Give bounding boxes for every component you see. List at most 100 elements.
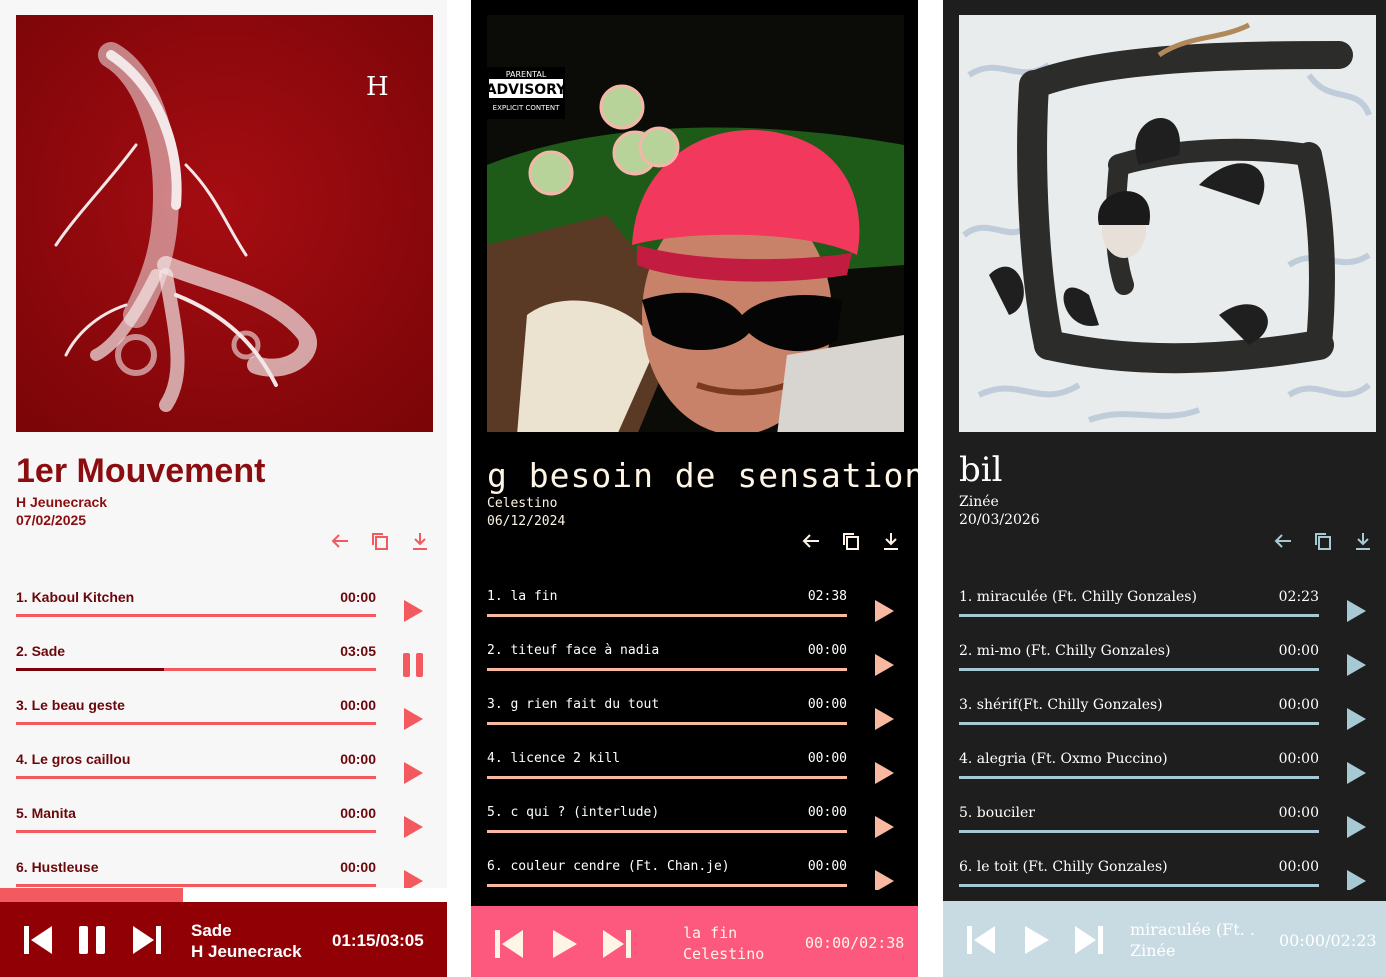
track-pause-button[interactable] (401, 652, 425, 678)
track-row: 2. Sade 03:05 (16, 639, 436, 693)
track-time: 00:00 (1278, 643, 1319, 659)
track-progress[interactable] (487, 668, 847, 671)
skip-next-icon (133, 926, 161, 954)
track-title: 6. Hustleuse (16, 859, 99, 875)
track-progress[interactable] (959, 884, 1319, 887)
track-play-button[interactable] (1344, 652, 1368, 678)
track-play-button[interactable] (1344, 706, 1368, 732)
player-progress[interactable] (0, 888, 447, 902)
track-progress[interactable] (959, 830, 1319, 833)
track-row: 5. c qui ? (interlude) 00:00 (487, 801, 907, 855)
track-title: 6. couleur cendre (Ft. Chan.je) (487, 859, 730, 874)
back-button[interactable] (330, 530, 350, 552)
track-time: 00:00 (1278, 859, 1319, 875)
track-play-button[interactable] (401, 706, 425, 732)
track-progress[interactable] (487, 776, 847, 779)
play-icon (404, 870, 423, 890)
track-title: 2. mi-mo (Ft. Chilly Gonzales) (959, 643, 1171, 659)
track-play-button[interactable] (872, 652, 896, 678)
track-title: 4. Le gros caillou (16, 751, 131, 767)
previous-button[interactable] (22, 924, 54, 956)
track-row: 5. Manita 00:00 (16, 801, 436, 855)
track-time: 00:00 (807, 643, 847, 658)
previous-button[interactable] (493, 928, 525, 960)
svg-text:PARENTAL: PARENTAL (506, 70, 547, 79)
track-row: 4. alegria (Ft. Oxmo Puccino) 00:00 (959, 747, 1379, 801)
track-play-button[interactable] (872, 760, 896, 786)
track-play-button[interactable] (1344, 598, 1368, 624)
track-progress[interactable] (959, 776, 1319, 779)
track-progress[interactable] (959, 722, 1319, 725)
track-title: 3. shérif(Ft. Chilly Gonzales) (959, 697, 1163, 713)
svg-text:EXPLICIT CONTENT: EXPLICIT CONTENT (493, 104, 560, 112)
track-play-button[interactable] (1344, 760, 1368, 786)
copy-button[interactable] (1313, 530, 1333, 552)
download-button[interactable] (410, 530, 430, 552)
track-progress[interactable] (16, 614, 376, 617)
track-row: 6. Hustleuse 00:00 (16, 855, 436, 890)
next-button[interactable] (601, 928, 633, 960)
track-progress[interactable] (487, 884, 847, 887)
track-play-button[interactable] (1344, 814, 1368, 840)
play-icon (1347, 708, 1366, 730)
track-row: 6. le toit (Ft. Chilly Gonzales) 00:00 (959, 855, 1379, 890)
track-progress[interactable] (487, 614, 847, 617)
track-play-button[interactable] (872, 598, 896, 624)
track-row: 4. licence 2 kill 00:00 (487, 747, 907, 801)
track-progress[interactable] (16, 884, 376, 887)
album-date: 20/03/2026 (959, 512, 1040, 528)
play-icon (1025, 926, 1049, 954)
track-progress[interactable] (959, 614, 1319, 617)
download-button[interactable] (881, 530, 901, 552)
play-button[interactable] (1023, 924, 1051, 956)
play-icon (875, 870, 894, 890)
copy-button[interactable] (370, 530, 390, 552)
play-icon (875, 762, 894, 784)
now-playing-artist: Celestino (683, 945, 765, 963)
svg-text:ADVISORY: ADVISORY (487, 82, 567, 98)
play-button[interactable] (551, 928, 579, 960)
back-button[interactable] (1273, 530, 1293, 552)
track-play-button[interactable] (872, 814, 896, 840)
track-progress[interactable] (16, 776, 376, 779)
album-cover (959, 15, 1376, 432)
track-title: 2. Sade (16, 643, 66, 659)
track-title: 5. Manita (16, 805, 76, 821)
track-play-button[interactable] (401, 814, 425, 840)
track-title: 3. g rien fait du tout (487, 697, 660, 712)
track-time: 00:00 (1278, 697, 1319, 713)
download-button[interactable] (1353, 530, 1373, 552)
download-icon (1356, 533, 1370, 550)
now-playing-artist: H Jeunecrack (191, 942, 302, 961)
track-progress[interactable] (16, 830, 376, 833)
player-bar: la fin Celestino 00:00/02:38 (471, 906, 918, 977)
track-progress[interactable] (16, 668, 376, 671)
track-time: 03:05 (340, 643, 376, 659)
track-progress[interactable] (959, 668, 1319, 671)
track-play-button[interactable] (1344, 868, 1368, 890)
track-time: 00:00 (340, 589, 376, 605)
back-button[interactable] (801, 530, 821, 552)
track-progress[interactable] (487, 830, 847, 833)
track-play-button[interactable] (401, 760, 425, 786)
play-icon (1347, 870, 1366, 890)
download-icon (884, 533, 898, 550)
next-button[interactable] (1073, 924, 1105, 956)
track-progress[interactable] (487, 722, 847, 725)
track-progress[interactable] (16, 722, 376, 725)
track-play-button[interactable] (401, 598, 425, 624)
track-play-button[interactable] (872, 868, 896, 890)
next-button[interactable] (131, 924, 163, 956)
skip-previous-icon (495, 930, 523, 958)
track-list: 1. la fin 02:38 2. titeuf face à nadia 0… (487, 585, 907, 890)
track-play-button[interactable] (401, 868, 425, 890)
track-title: 4. alegria (Ft. Oxmo Puccino) (959, 751, 1168, 767)
previous-button[interactable] (965, 924, 997, 956)
track-time: 00:00 (807, 859, 847, 874)
album-title: bil (959, 450, 1003, 490)
skip-previous-icon (967, 926, 995, 954)
track-play-button[interactable] (872, 706, 896, 732)
pause-button[interactable] (78, 924, 106, 956)
copy-button[interactable] (841, 530, 861, 552)
album-title: 1er Mouvement (16, 452, 266, 490)
